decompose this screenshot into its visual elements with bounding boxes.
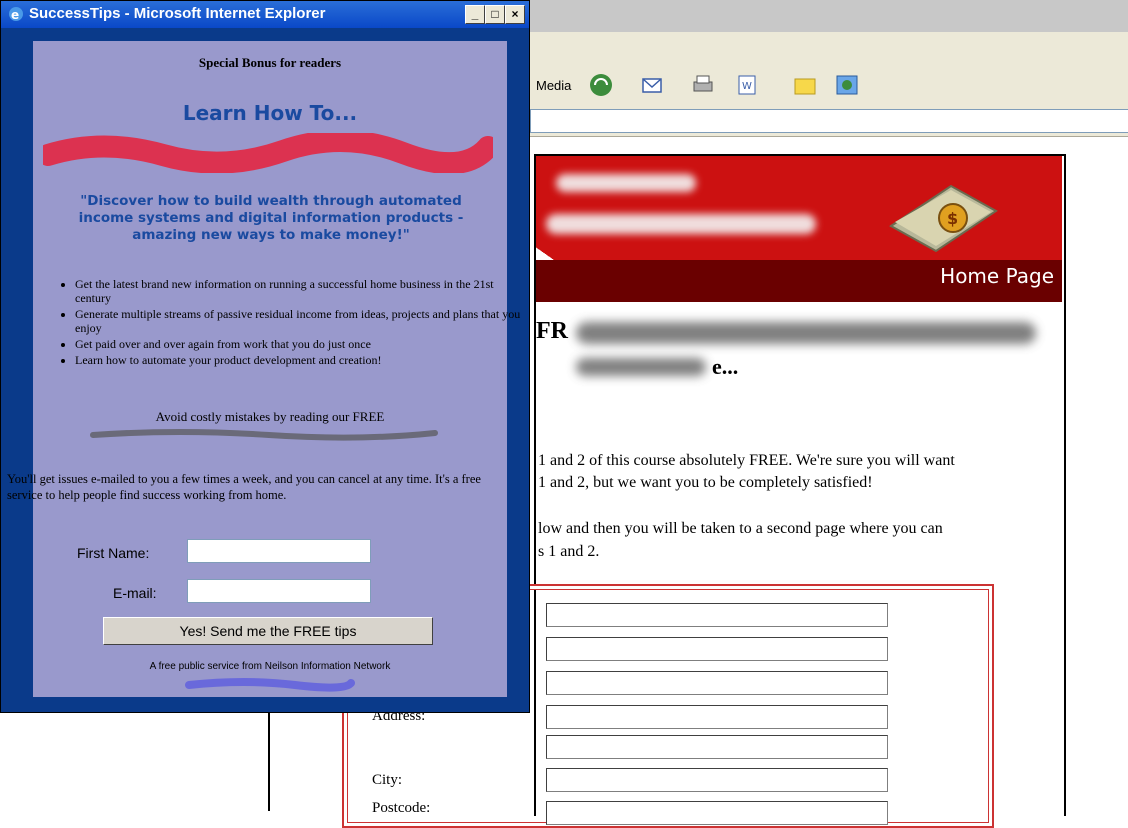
heading-fragment: e... <box>712 354 739 379</box>
messenger-icon[interactable] <box>834 72 860 98</box>
redacted-scribble <box>90 429 438 441</box>
bonus-title: Special Bonus for readers <box>198 55 342 70</box>
svg-text:e: e <box>11 8 19 22</box>
body-paragraph-line: low and then you will be taken to a seco… <box>538 520 943 537</box>
postcode-label: Postcode: <box>372 800 431 816</box>
home-page-label[interactable]: Home Page <box>940 264 1054 288</box>
list-item: Generate multiple streams of passive res… <box>75 307 525 335</box>
city-label: City: <box>372 772 403 788</box>
page-heading: FR e... <box>536 300 1062 410</box>
mail-icon[interactable] <box>640 72 666 98</box>
email-field[interactable] <box>187 579 371 603</box>
site-input-field[interactable] <box>546 603 888 627</box>
media-button[interactable]: Media <box>536 78 571 93</box>
postcode-field[interactable] <box>546 801 888 825</box>
close-button[interactable]: × <box>505 5 525 24</box>
address-field-line2[interactable] <box>546 735 888 759</box>
folder-icon[interactable] <box>792 72 818 98</box>
site-input-field[interactable] <box>546 671 888 695</box>
edit-icon[interactable]: W <box>734 72 760 98</box>
address-field[interactable] <box>546 705 888 729</box>
print-icon[interactable] <box>690 72 716 98</box>
body-paragraph-line: 1 and 2, but we want you to be completel… <box>538 474 873 491</box>
body-paragraph-line: s 1 and 2. <box>538 543 600 560</box>
submit-button[interactable]: Yes! Send me the FREE tips <box>103 617 433 645</box>
site-banner: $ Home Page <box>536 156 1062 302</box>
media-icon[interactable] <box>588 72 614 98</box>
svg-text:W: W <box>742 81 752 92</box>
site-input-field[interactable] <box>546 637 888 661</box>
email-info-text: You'll get issues e-mailed to you a few … <box>7 472 481 502</box>
first-name-field[interactable] <box>187 539 371 563</box>
benefit-list: Get the latest brand new information on … <box>55 277 525 369</box>
city-field[interactable] <box>546 768 888 792</box>
popup-window: e SuccessTips - Microsoft Internet Explo… <box>0 0 530 713</box>
redacted-scribble <box>185 678 355 692</box>
obscured-heading <box>576 322 1036 344</box>
obscured-logo-text <box>556 174 696 192</box>
internet-explorer-icon: e <box>9 7 23 22</box>
footer-text: A free public service from Neilson Infor… <box>149 661 391 672</box>
page-divider <box>268 700 270 811</box>
avoid-mistakes-text: Avoid costly mistakes by reading our FRE… <box>155 409 385 424</box>
heading-fragment: FR <box>536 318 568 344</box>
learn-heading: Learn How To... <box>182 101 358 125</box>
minimize-button[interactable]: _ <box>465 5 485 24</box>
obscured-heading <box>576 358 706 376</box>
promo-quote: "Discover how to build wealth through au… <box>78 193 464 243</box>
address-field[interactable] <box>530 109 1128 133</box>
money-stack-icon: $ <box>889 184 998 253</box>
popup-titlebar[interactable]: e SuccessTips - Microsoft Internet Explo… <box>1 1 529 28</box>
list-item: Get the latest brand new information on … <box>75 277 525 305</box>
email-label: E-mail: <box>113 585 157 601</box>
first-name-label: First Name: <box>77 545 150 561</box>
body-paragraph-line: 1 and 2 of this course absolutely FREE. … <box>538 452 955 469</box>
maximize-button[interactable]: □ <box>485 5 505 24</box>
popup-content: Special Bonus for readers Learn How To..… <box>7 41 520 697</box>
svg-text:$: $ <box>947 209 958 228</box>
obscured-tagline <box>546 214 816 234</box>
list-item: Learn how to automate your product devel… <box>75 353 525 367</box>
redacted-scribble <box>43 133 493 173</box>
list-item: Get paid over and over again from work t… <box>75 337 525 351</box>
popup-title: SuccessTips - Microsoft Internet Explore… <box>29 5 326 22</box>
